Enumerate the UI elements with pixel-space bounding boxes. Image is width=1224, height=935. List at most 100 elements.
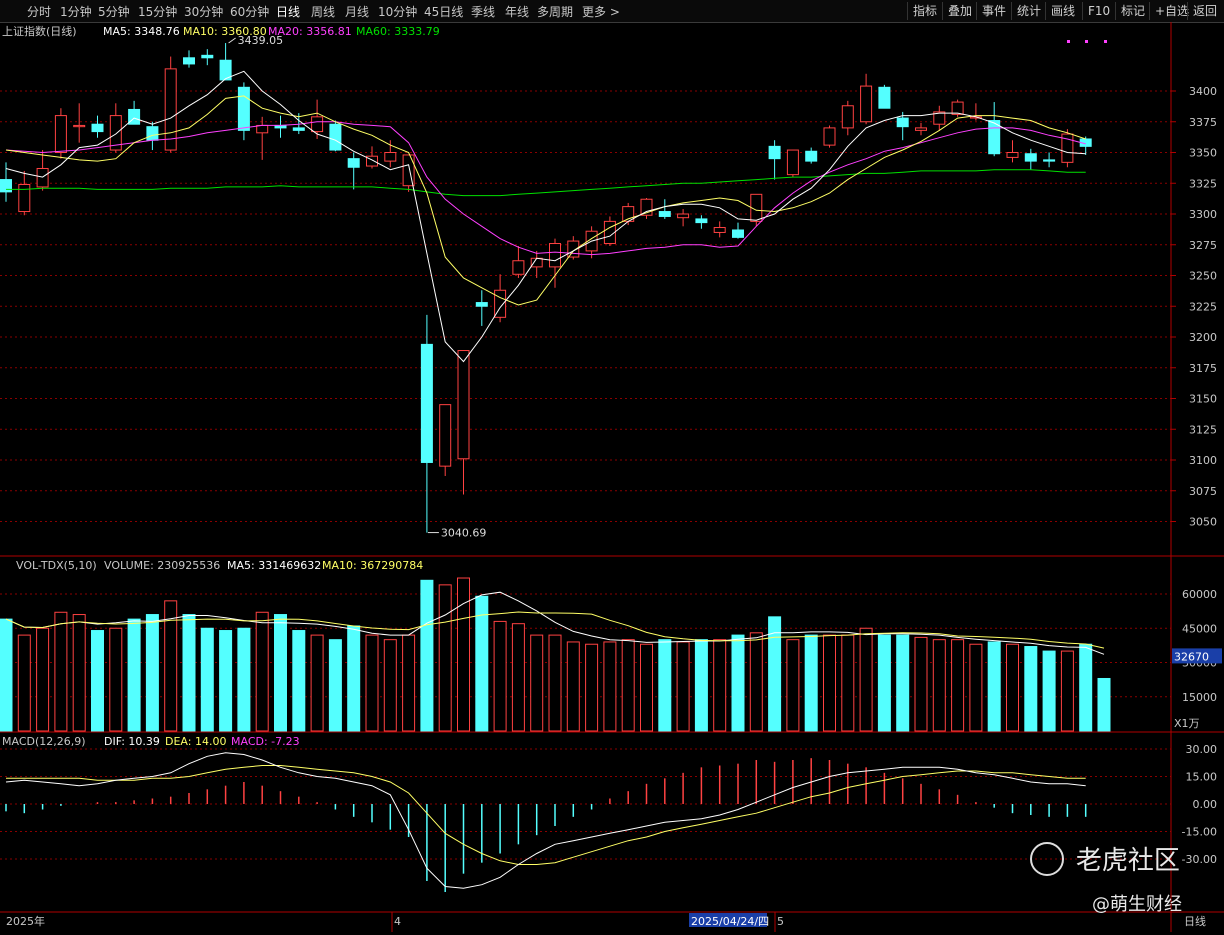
volume-bar-up [640,643,653,732]
period-tab[interactable]: 1分钟 [60,3,92,20]
ma60-line [6,169,1086,197]
indicator-dot [1085,40,1088,43]
candle-up [256,124,269,134]
macd-tick-label: 15.00 [1186,771,1218,784]
volume-bar-up [438,584,452,732]
period-tab[interactable]: 45日线 [424,3,463,20]
macd-tick-label: -15.00 [1182,826,1217,839]
volume-bar-up [823,634,836,732]
volume-bar-down [0,618,13,732]
price-tick-label: 3075 [1189,485,1217,498]
candle-down [475,302,488,307]
volume-bar-down [1079,643,1093,732]
macd-tick-label: -30.00 [1182,853,1217,866]
candle-down [347,158,360,168]
tiger-logo-icon [1030,841,1064,876]
volume-bar-up [1006,643,1019,732]
candle-down [146,126,159,141]
period-tab[interactable]: 10分钟 [378,3,417,20]
price-tick-label: 3100 [1189,454,1217,467]
period-tab[interactable]: 更多 > [582,3,620,20]
period-tab[interactable]: 30分钟 [184,3,223,20]
price-tick-label: 3150 [1189,393,1217,406]
volume-bar-down [274,614,287,732]
high-marker [228,37,236,44]
period-tab[interactable]: 5分钟 [98,3,130,20]
volume-bar-down [237,627,251,732]
candle-up [164,68,177,151]
volume-bar-up [951,639,965,732]
period-tab[interactable]: 多周期 [537,3,573,20]
candle-up [439,404,452,467]
volume-bar-down [292,630,306,732]
candle-down [91,123,104,133]
volume-bar-down [896,634,910,732]
toolbar-button[interactable]: F10 [1082,2,1115,20]
candle-down [0,179,12,193]
volume-bar-up [621,639,635,732]
period-tab[interactable]: 季线 [471,3,495,20]
toolbar-button[interactable]: 标记 [1115,2,1150,20]
brand-text: 老虎社区 [1075,846,1180,876]
stock-chart[interactable]: 3400 3375 3350 3325 3300 3275 3250 3225 3200 3175… [0,22,1224,935]
candle-up [823,127,836,146]
volume-bar-up [530,634,544,732]
candle-up [54,115,67,153]
candle-up [73,124,86,128]
brand-watermark: 老虎社区 [1030,840,1180,877]
period-tab[interactable]: 分时 [27,3,51,20]
volume-bar-up [457,577,470,732]
volume-bar-up [54,611,68,732]
toolbar-button[interactable]: 统计 [1011,2,1046,20]
candle-up [530,257,543,268]
period-tab[interactable]: 年线 [505,3,529,20]
candle-down [420,343,433,463]
chart-canvas: 3400 3375 3350 3325 3300 3275 3250 3225 3200 3175… [0,22,1224,932]
x-label-may: 5 [777,915,784,928]
volume-bar-up [713,639,727,732]
period-toolbar: 分时 1分钟 5分钟 15分钟 30分钟 60分钟 日线 周线 月线 10分钟 45日线 季线 年线 多周… [0,0,1224,23]
toolbar-button[interactable]: 画线 [1045,2,1080,20]
candle-down [1043,159,1056,162]
toolbar-button[interactable]: 指标 [907,2,942,20]
candle-up [860,85,873,123]
candle-down [183,57,195,65]
candle-up [18,183,31,213]
volume-bar-up [585,643,599,732]
macd-tick-label: 30.00 [1186,743,1218,756]
toolbar-button[interactable]: 事件 [976,2,1011,20]
volume-bar-up [493,620,507,732]
volume-bar-up [310,634,324,732]
price-tick-label: 3125 [1189,423,1217,436]
period-tab[interactable]: 日线 [276,3,300,20]
volume-bar-down [1024,646,1038,732]
candle-up [311,116,324,133]
period-tab[interactable]: 周线 [311,3,335,20]
ma60-label: MA60: 3333.79 [356,25,440,38]
period-tab[interactable]: 月线 [345,3,369,20]
volume-bar-up [402,634,416,732]
candle-down [768,145,781,160]
volume-value: VOLUME: 230925536 [104,559,220,572]
indicator-dot [1067,40,1070,43]
candle-down [201,54,214,59]
toolbar-button[interactable]: 叠加 [942,2,977,20]
candle-up [384,152,397,162]
price-tick-label: 3175 [1189,362,1217,375]
dif-label: DIF: 10.39 [104,735,160,748]
volume-bar-up [932,639,946,732]
volume-bar-down [731,634,745,732]
volume-panel-title: VOL-TDX(5,10) [16,559,97,572]
x-label-april: 4 [394,915,401,928]
volume-bar-up [566,641,580,732]
candle-up [1006,152,1019,158]
toolbar-button[interactable]: 返回 [1187,2,1222,20]
volume-ma5-label: MA5: 331469632 [227,559,321,572]
period-tab[interactable]: 60分钟 [230,3,269,20]
price-tick-label: 3400 [1189,85,1217,98]
volume-tick-label: 60000 [1182,588,1217,601]
author-watermark: @萌生财经 [1092,894,1182,915]
candle-down [658,211,671,217]
period-tab[interactable]: 15分钟 [138,3,177,20]
candle-down [896,117,909,128]
